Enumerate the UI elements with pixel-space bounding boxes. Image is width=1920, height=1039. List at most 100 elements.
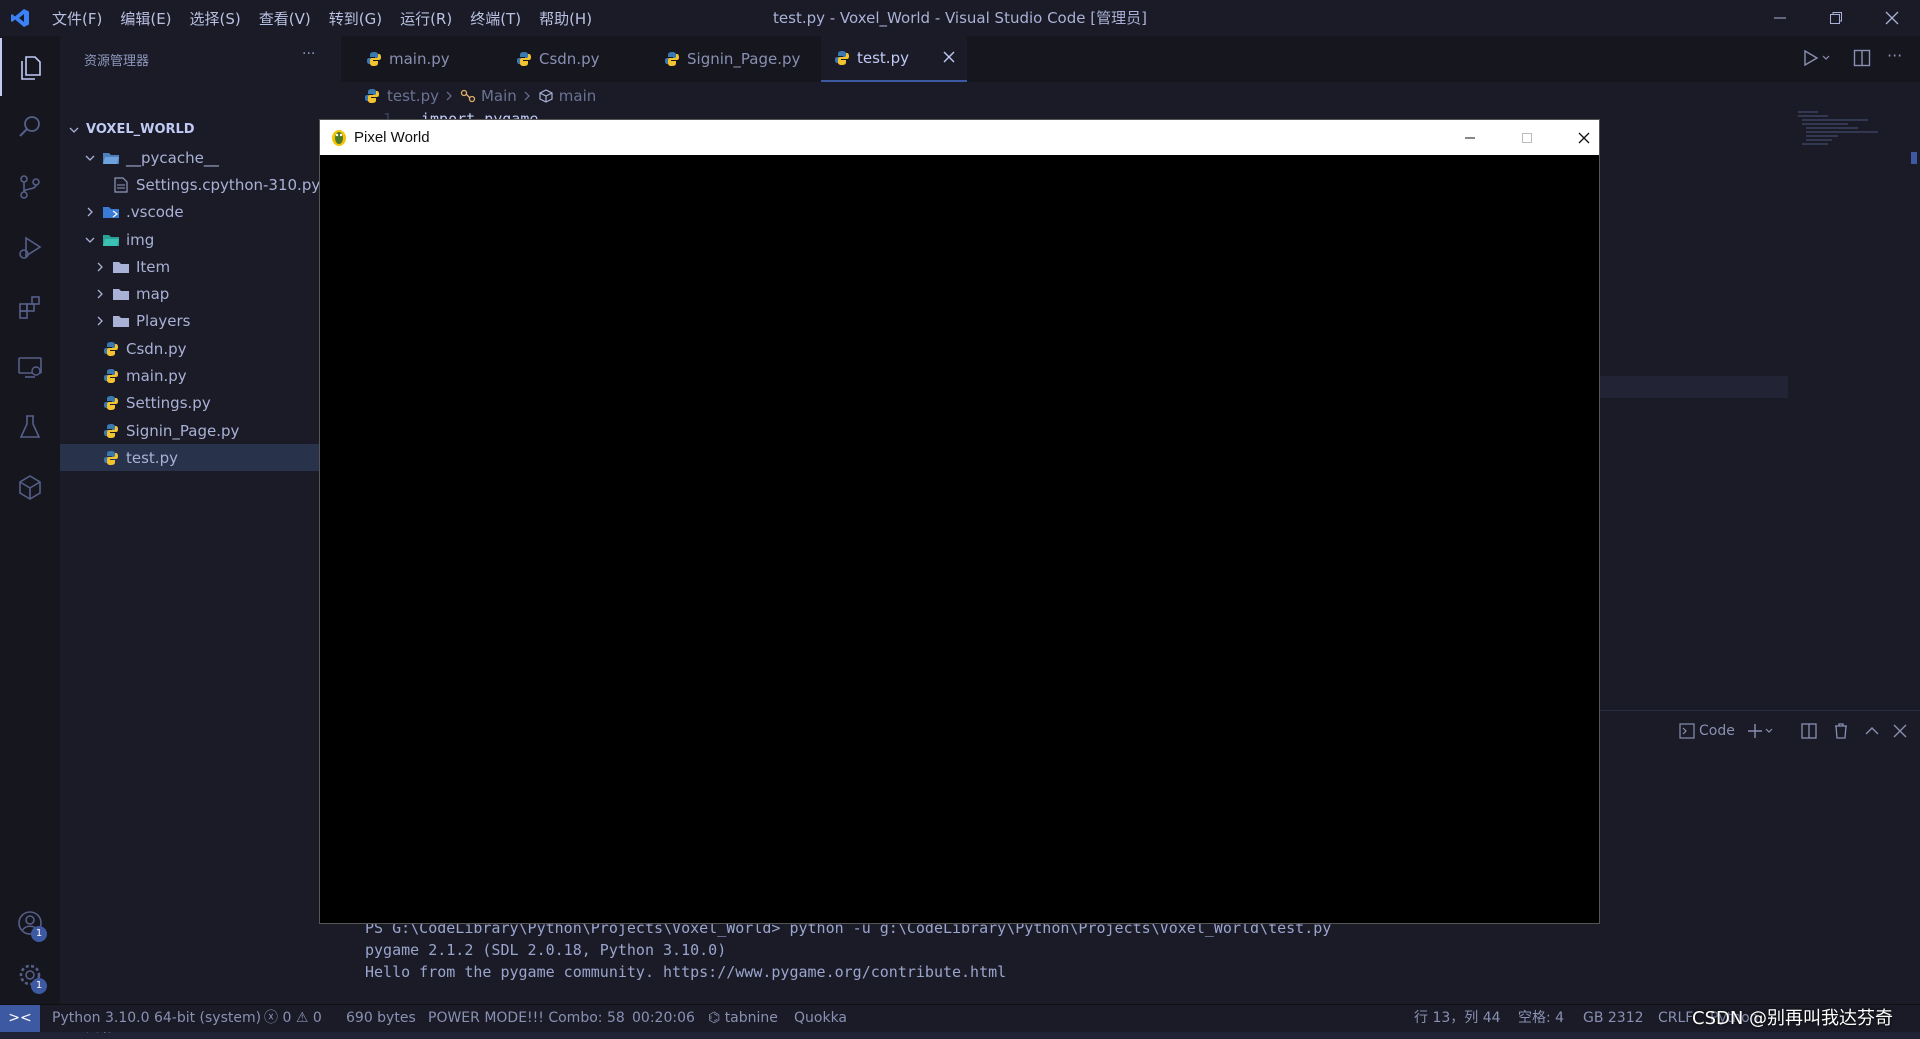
cursor-position[interactable]: 行 13，列 44: [1414, 1005, 1501, 1032]
title-bar: 文件(F) 编辑(E) 选择(S) 查看(V) 转到(G) 运行(R) 终端(T…: [0, 0, 1920, 36]
maximize-button[interactable]: [1507, 120, 1547, 155]
tab-test-py[interactable]: test.py: [821, 36, 967, 82]
terminal-shell-selector[interactable]: Code: [1679, 723, 1735, 739]
session-time[interactable]: 00:20:06: [632, 1005, 695, 1032]
run-python-file-icon[interactable]: [1803, 50, 1831, 66]
tab-main-py[interactable]: main.py: [353, 36, 485, 82]
tree-item-pycache[interactable]: __pycache__: [60, 144, 341, 171]
editor-more-icon[interactable]: ···: [1887, 46, 1902, 65]
pygame-window-title: Pixel World: [354, 129, 430, 146]
python-file-icon: [515, 51, 533, 67]
tree-item-label: img: [126, 230, 155, 249]
workspace-root[interactable]: VOXEL_WORLD: [60, 116, 341, 143]
tree-item-settings-py[interactable]: Settings.py: [60, 389, 341, 416]
menu-edit[interactable]: 编辑(E): [120, 8, 171, 29]
python-file-icon: [663, 51, 681, 67]
close-button[interactable]: [1564, 120, 1604, 155]
tab-close-icon[interactable]: [943, 51, 955, 63]
encoding[interactable]: GB 2312: [1583, 1005, 1644, 1032]
tree-item-signin-page-py[interactable]: Signin_Page.py: [60, 417, 341, 444]
power-mode[interactable]: POWER MODE!!! Combo: 58: [428, 1005, 625, 1032]
scrollbar-thumb[interactable]: [1911, 152, 1917, 164]
testing-icon[interactable]: [0, 398, 60, 456]
tree-item-main-py[interactable]: main.py: [60, 362, 341, 389]
chevron-right-icon: [523, 91, 531, 101]
tree-item-label: __pycache__: [126, 148, 219, 167]
breadcrumb-file[interactable]: test.py: [387, 87, 439, 105]
python-file-icon: [102, 368, 120, 384]
terminal-icon: [1679, 723, 1695, 739]
close-panel-icon[interactable]: [1893, 724, 1907, 738]
new-terminal-icon[interactable]: [1747, 723, 1775, 739]
close-button[interactable]: [1864, 0, 1920, 36]
settings-badge: 1: [31, 978, 47, 994]
tree-item-label: main.py: [126, 366, 187, 385]
menu-run[interactable]: 运行(R): [400, 8, 452, 29]
python-file-icon: [363, 88, 381, 104]
minimize-button[interactable]: [1752, 0, 1808, 36]
breadcrumb-method[interactable]: main: [559, 87, 596, 105]
maximize-panel-icon[interactable]: [1865, 724, 1879, 738]
terminal-line: Hello from the pygame community. https:/…: [365, 963, 1007, 981]
indentation[interactable]: 空格: 4: [1518, 1005, 1564, 1032]
split-editor-icon[interactable]: [1853, 49, 1871, 67]
tree-item-item[interactable]: Item: [60, 253, 341, 280]
tree-item-settings-pyc[interactable]: Settings.cpython-310.pyc: [60, 171, 341, 198]
menu-file[interactable]: 文件(F): [52, 8, 102, 29]
folder-icon: [112, 286, 130, 302]
tree-item-label: .vscode: [126, 202, 184, 221]
tree-item-label: Settings.cpython-310.pyc: [136, 175, 329, 194]
line-ending[interactable]: CRLF: [1658, 1005, 1693, 1032]
more-actions-icon[interactable]: ···: [302, 46, 315, 62]
csdn-watermark: CSDN @别再叫我达芬奇: [1692, 1008, 1894, 1029]
remote-explorer-icon[interactable]: [0, 338, 60, 396]
menu-selection[interactable]: 选择(S): [190, 8, 241, 29]
tab-csdn-py[interactable]: Csdn.py: [503, 36, 643, 82]
chevron-right-icon: [92, 286, 108, 302]
run-debug-icon[interactable]: [0, 218, 60, 276]
breadcrumb-class[interactable]: Main: [481, 87, 517, 105]
tree-item-players[interactable]: Players: [60, 307, 341, 334]
tree-item-img[interactable]: img: [60, 226, 341, 253]
tree-item-map[interactable]: map: [60, 280, 341, 307]
python-file-icon: [833, 50, 851, 66]
quokka-status[interactable]: Quokka: [794, 1005, 847, 1032]
python-interpreter[interactable]: Python 3.10.0 64-bit (system): [52, 1005, 261, 1032]
menu-go[interactable]: 转到(G): [329, 8, 382, 29]
minimize-button[interactable]: [1450, 120, 1490, 155]
vscode-logo-icon: [10, 8, 30, 28]
chevron-down-icon: [66, 122, 82, 138]
restore-button[interactable]: [1808, 0, 1864, 36]
menu-view[interactable]: 查看(V): [259, 8, 311, 29]
settings-gear-icon[interactable]: 1: [0, 946, 60, 1004]
minimap[interactable]: [1788, 110, 1898, 710]
explorer-icon[interactable]: [0, 38, 60, 96]
tabnine-status[interactable]: ⌬ tabnine: [708, 1005, 778, 1032]
extensions-icon[interactable]: [0, 278, 60, 336]
tree-item-test-py[interactable]: test.py: [60, 444, 341, 471]
tabnine-label: tabnine: [724, 1010, 778, 1026]
remote-indicator[interactable]: ><: [0, 1005, 40, 1032]
tab-signin-page-py[interactable]: Signin_Page.py: [651, 36, 821, 82]
search-icon[interactable]: [0, 98, 60, 156]
box-icon[interactable]: [0, 458, 60, 516]
trash-icon[interactable]: [1833, 723, 1849, 739]
tab-label: Csdn.py: [539, 50, 600, 68]
chevron-right-icon: [92, 313, 108, 329]
error-icon: ⓧ: [264, 1010, 283, 1026]
accounts-icon[interactable]: 1: [0, 894, 60, 952]
source-control-icon[interactable]: [0, 158, 60, 216]
menu-terminal[interactable]: 终端(T): [470, 8, 521, 29]
chevron-down-icon: [82, 150, 98, 166]
python-file-icon: [102, 423, 120, 439]
problems-indicator[interactable]: ⓧ 0 ⚠ 0: [264, 1005, 322, 1032]
chevron-right-icon: [82, 204, 98, 220]
warning-icon: ⚠: [295, 1010, 313, 1026]
menu-help[interactable]: 帮助(H): [539, 8, 592, 29]
pygame-window[interactable]: Pixel World: [320, 120, 1599, 923]
tree-item-csdn-py[interactable]: Csdn.py: [60, 335, 341, 362]
tree-item-vscode[interactable]: .vscode: [60, 198, 341, 225]
menu-bar: 文件(F) 编辑(E) 选择(S) 查看(V) 转到(G) 运行(R) 终端(T…: [52, 0, 592, 36]
pygame-canvas[interactable]: [320, 155, 1599, 923]
split-terminal-icon[interactable]: [1801, 723, 1817, 739]
